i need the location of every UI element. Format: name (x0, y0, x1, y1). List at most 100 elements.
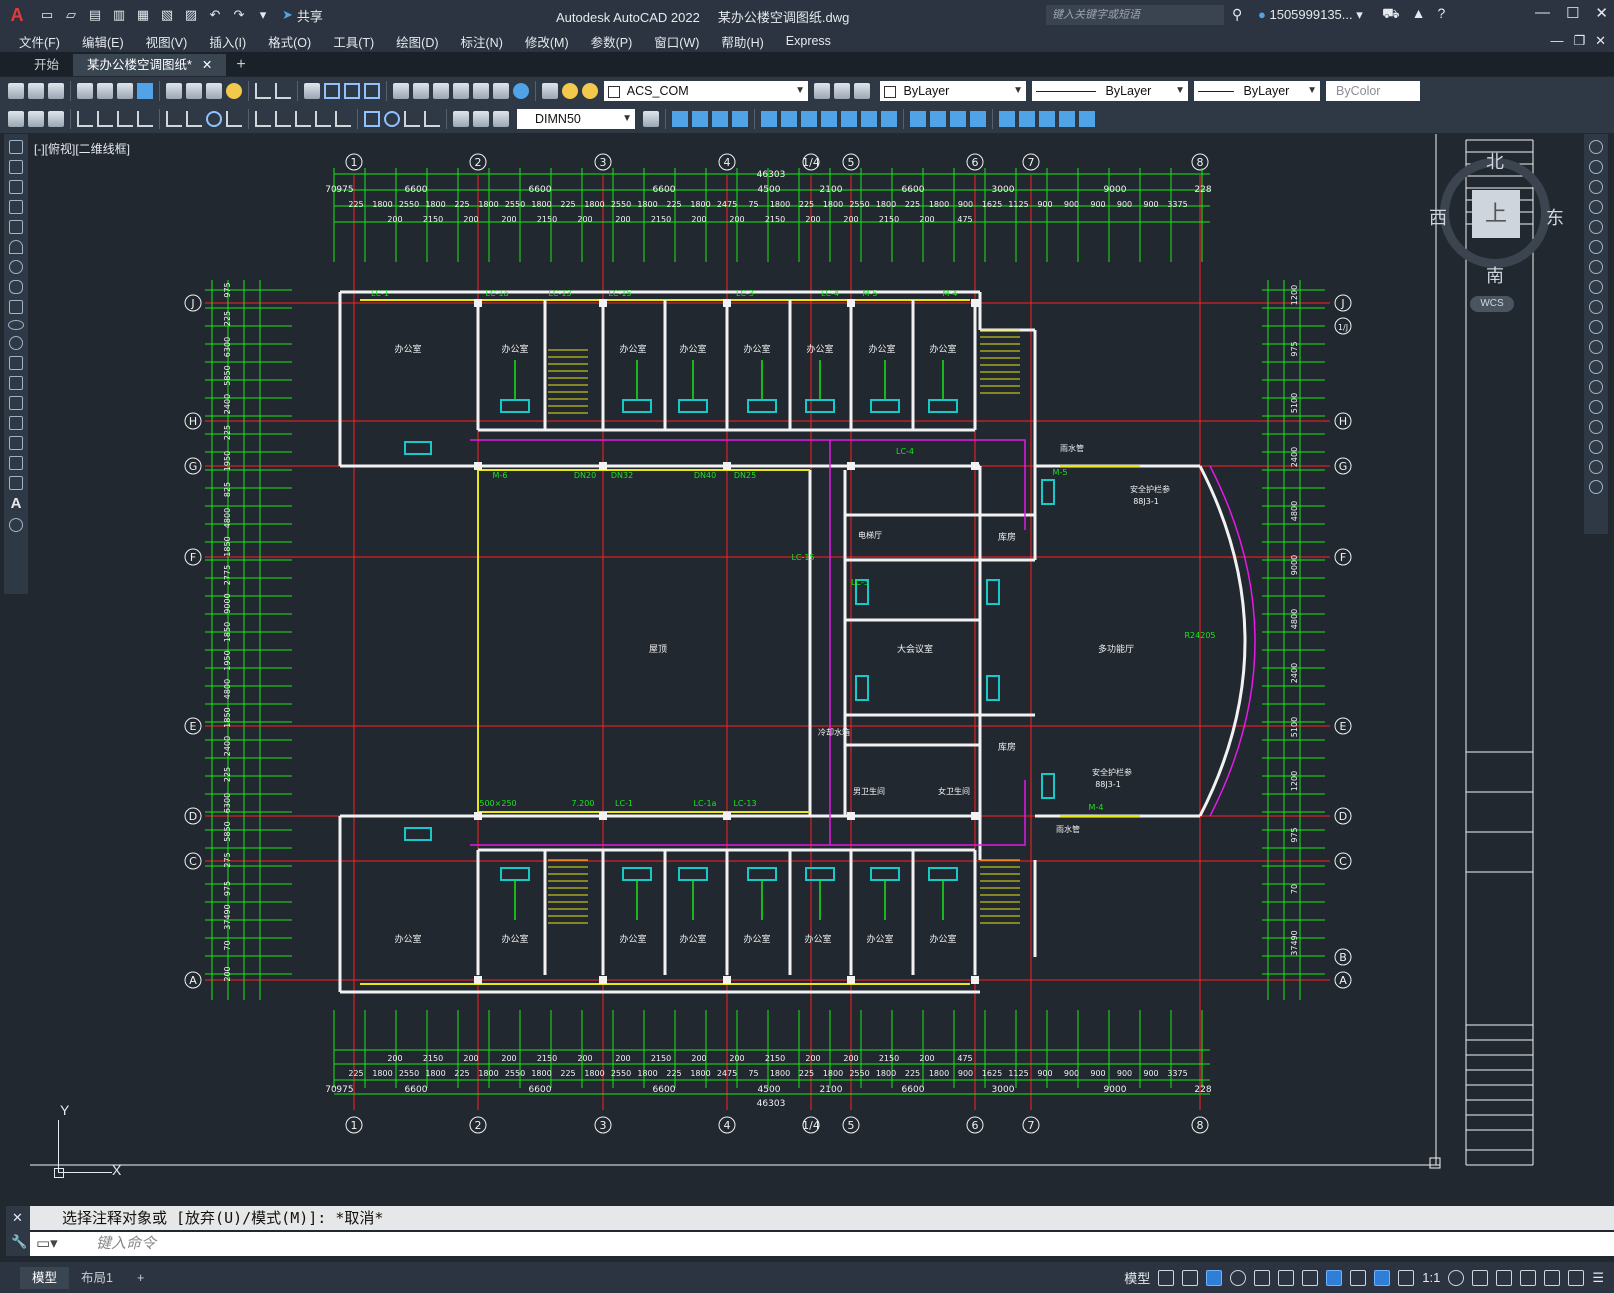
close-icon[interactable]: ✕ (1595, 4, 1608, 22)
viewcube-top-face[interactable]: 上 (1472, 190, 1520, 238)
menu-draw[interactable]: 绘图(D) (385, 32, 449, 51)
compass-west[interactable]: 西 (1429, 204, 1447, 230)
construction-line-icon[interactable] (9, 160, 23, 174)
qdim-icon[interactable] (255, 111, 271, 127)
zoom-realtime-icon[interactable] (324, 83, 340, 99)
annotation-visibility-icon[interactable] (1374, 1269, 1391, 1286)
stretch-icon[interactable] (1589, 300, 1603, 314)
open-icon[interactable] (28, 83, 44, 99)
dim-text-edit-icon[interactable] (473, 111, 489, 127)
minimize-icon[interactable]: — (1535, 4, 1550, 22)
customize-qa-icon[interactable]: ▾ (254, 6, 272, 24)
explode-icon[interactable] (970, 111, 986, 127)
dim-aligned-icon[interactable] (97, 111, 113, 127)
ellipse-arc-icon[interactable] (9, 336, 23, 350)
fillet-icon[interactable] (950, 111, 966, 127)
match-prop-icon[interactable] (226, 83, 242, 99)
drawing-canvas[interactable]: 1 1 2 2 3 3 4 4 1/4 1/4 5 5 6 6 7 7 8 8 J H G F E D C A J 1/J H G F E D C… (30, 134, 1582, 1202)
save-icon[interactable]: ▤ (86, 6, 104, 24)
mdi-close-icon[interactable]: ✕ (1595, 33, 1606, 49)
edit3-icon[interactable] (48, 111, 64, 127)
wcs-menu[interactable]: WCS (1470, 296, 1514, 312)
dim-jogged-icon[interactable] (186, 111, 202, 127)
ungroup-icon[interactable] (1019, 111, 1035, 127)
table-icon[interactable] (9, 476, 23, 490)
dim-edit-icon[interactable] (453, 111, 469, 127)
3d-print-icon[interactable] (137, 83, 153, 99)
lineweight-combo[interactable]: ByLayer ▼ (1194, 81, 1320, 101)
web-open-icon[interactable]: ▦ (134, 6, 152, 24)
dim-update-icon[interactable] (493, 111, 509, 127)
tab-close-icon[interactable]: ✕ (202, 54, 212, 76)
annotation-scale[interactable]: 1:1 (1422, 1270, 1440, 1285)
close-command-icon[interactable]: ✕ (12, 1210, 23, 1226)
undo-icon[interactable]: ↶ (206, 6, 224, 24)
grid-icon[interactable] (1158, 1269, 1175, 1286)
add-selected-icon[interactable] (9, 518, 23, 532)
add-layout-button[interactable]: + (125, 1267, 156, 1289)
rotate-icon[interactable] (781, 111, 797, 127)
dim-space-icon[interactable] (315, 111, 331, 127)
compass-south[interactable]: 南 (1486, 262, 1504, 288)
dim-continue-icon[interactable] (295, 111, 311, 127)
search-input[interactable]: 键入关键字或短语 (1046, 5, 1224, 25)
plot-icon[interactable] (77, 83, 93, 99)
dim-radius-icon[interactable] (166, 111, 182, 127)
lineweight-icon[interactable] (1302, 1269, 1319, 1286)
polar-icon[interactable] (1230, 1269, 1247, 1286)
command-input[interactable]: ▭▾ 键入命令 (30, 1232, 1614, 1256)
mdi-minimize-icon[interactable]: — (1550, 33, 1563, 49)
color-combo[interactable]: ByLayer ▼ (880, 81, 1026, 101)
inspect-icon[interactable] (404, 111, 420, 127)
paste-icon[interactable] (206, 83, 222, 99)
stretch-icon[interactable] (821, 111, 837, 127)
mdi-restore-icon[interactable]: ❐ (1573, 33, 1585, 49)
edit-icon[interactable] (8, 111, 24, 127)
array-icon[interactable] (1589, 220, 1603, 234)
chamfer-icon[interactable] (930, 111, 946, 127)
layer-on-icon[interactable] (562, 83, 578, 99)
redo-icon[interactable]: ↷ (230, 6, 248, 24)
make-current-icon[interactable] (814, 83, 830, 99)
mtext-icon[interactable]: A (11, 496, 22, 512)
quickcalc-icon[interactable] (493, 83, 509, 99)
line-icon[interactable] (9, 140, 23, 154)
insert-block-icon[interactable] (9, 356, 23, 370)
hatch-icon[interactable] (9, 416, 23, 430)
region-icon[interactable] (9, 456, 23, 470)
viewport-controls-label[interactable]: [-][俯视][二维线框] (34, 140, 130, 157)
isodraft-icon[interactable] (1254, 1269, 1271, 1286)
attribute-icon[interactable] (1079, 111, 1095, 127)
command-prompt-icon[interactable]: ▭▾ (36, 1232, 58, 1256)
customize-status-icon[interactable]: ☰ (1592, 1270, 1604, 1286)
join-icon[interactable] (910, 111, 926, 127)
menu-edit[interactable]: 编辑(E) (71, 32, 135, 51)
selection-cycling-icon[interactable] (1350, 1269, 1367, 1286)
insert-icon[interactable] (1059, 111, 1075, 127)
snap-icon[interactable] (1182, 1269, 1199, 1286)
cart-icon[interactable]: ⛟ (1382, 5, 1400, 24)
connect-icon[interactable]: ▲ (1412, 5, 1426, 24)
autocad-logo-icon[interactable]: A (0, 0, 34, 30)
extend-icon[interactable] (861, 111, 877, 127)
linetype-combo[interactable]: ByLayer ▼ (1032, 81, 1188, 101)
group-icon[interactable] (999, 111, 1015, 127)
new-icon[interactable]: ▭ (38, 6, 56, 24)
redo-icon[interactable] (275, 83, 291, 99)
tab-layout1[interactable]: 布局1 (69, 1267, 125, 1289)
customize-command-icon[interactable]: 🔧 (11, 1234, 27, 1250)
center-mark-icon[interactable] (384, 111, 400, 127)
menu-modify[interactable]: 修改(M) (514, 32, 580, 51)
object-snap-icon[interactable] (1326, 1269, 1343, 1286)
dim-baseline-icon[interactable] (275, 111, 291, 127)
units-icon[interactable] (1496, 1269, 1513, 1286)
mirror-icon[interactable] (692, 111, 708, 127)
dim-arc-icon[interactable] (117, 111, 133, 127)
copy-icon[interactable] (186, 83, 202, 99)
extend-icon[interactable] (1589, 340, 1603, 354)
break-icon[interactable] (881, 111, 897, 127)
preview-icon[interactable] (97, 83, 113, 99)
edit2-icon[interactable] (28, 111, 44, 127)
trim-icon[interactable] (1589, 320, 1603, 334)
break-at-point-icon[interactable] (1589, 360, 1603, 374)
